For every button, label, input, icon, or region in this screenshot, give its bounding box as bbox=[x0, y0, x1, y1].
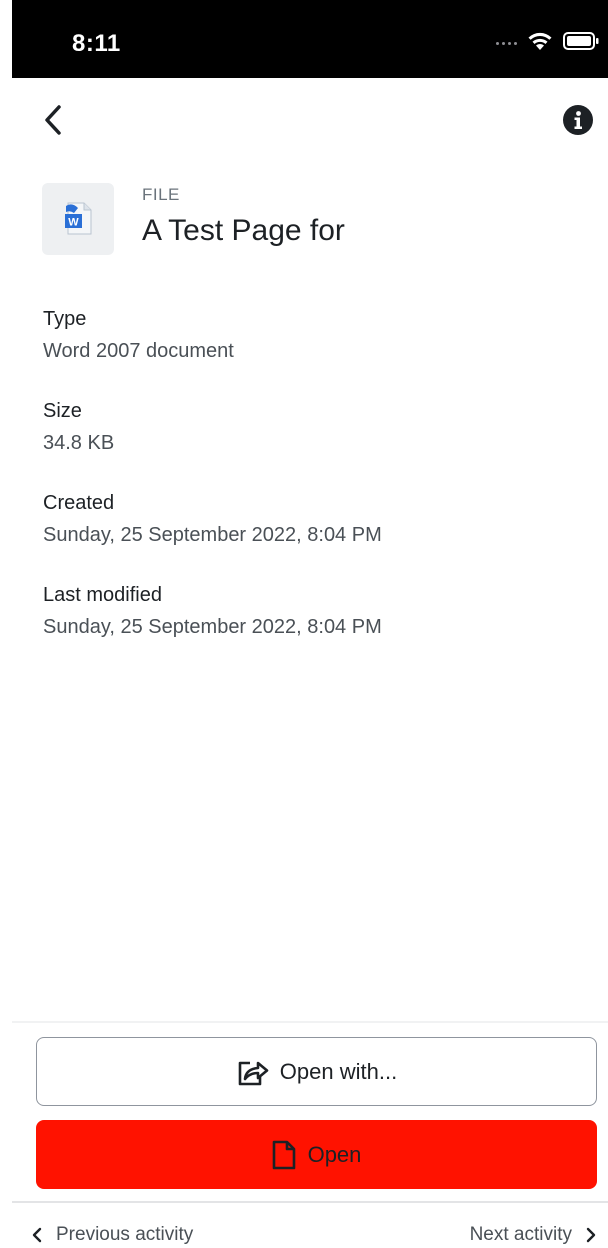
detail-value: Sunday, 25 September 2022, 8:04 PM bbox=[43, 524, 382, 546]
detail-created: Created Sunday, 25 September 2022, 8:04 … bbox=[43, 492, 382, 547]
actions-divider bbox=[12, 1021, 608, 1023]
word-document-icon: W bbox=[65, 202, 92, 235]
back-button[interactable] bbox=[38, 102, 68, 138]
footer-divider bbox=[12, 1201, 608, 1203]
previous-activity-label: Previous activity bbox=[56, 1224, 194, 1245]
open-with-label: Open with... bbox=[279, 1058, 398, 1084]
share-icon bbox=[238, 1061, 269, 1085]
detail-last-modified: Last modified Sunday, 25 September 2022,… bbox=[43, 584, 382, 639]
next-activity-label: Next activity bbox=[469, 1224, 572, 1245]
detail-label: Last modified bbox=[43, 584, 162, 606]
file-title: A Test Page for bbox=[142, 214, 345, 247]
chevron-left-icon bbox=[32, 1227, 42, 1243]
svg-text:W: W bbox=[68, 217, 79, 229]
next-activity-link[interactable]: Next activity bbox=[470, 1224, 596, 1246]
open-with-button[interactable]: Open with... bbox=[36, 1037, 597, 1106]
previous-activity-link[interactable]: Previous activity bbox=[32, 1224, 193, 1246]
status-bar: 8:11 bbox=[12, 0, 608, 78]
detail-label: Type bbox=[43, 308, 87, 330]
detail-value: Word 2007 document bbox=[43, 340, 234, 362]
detail-size: Size 34.8 KB bbox=[43, 400, 114, 455]
status-time: 8:11 bbox=[72, 30, 121, 57]
file-kind-label: FILE bbox=[142, 185, 180, 204]
file-thumbnail: W bbox=[42, 183, 114, 255]
detail-label: Created bbox=[43, 492, 115, 514]
detail-type: Type Word 2007 document bbox=[43, 308, 234, 363]
detail-value: 34.8 KB bbox=[43, 432, 115, 454]
signal-dots-icon bbox=[496, 42, 517, 45]
open-button[interactable]: Open bbox=[36, 1120, 597, 1189]
battery-icon bbox=[563, 32, 599, 50]
info-icon bbox=[563, 105, 593, 135]
file-detail-screen: 8:11 W FILE A Test Page for Type Word 20… bbox=[0, 0, 608, 1248]
chevron-right-icon bbox=[586, 1227, 596, 1243]
file-icon bbox=[272, 1140, 295, 1169]
chevron-left-icon bbox=[45, 105, 61, 135]
wifi-icon bbox=[528, 32, 552, 50]
detail-value: Sunday, 25 September 2022, 8:04 PM bbox=[43, 616, 382, 638]
detail-label: Size bbox=[43, 400, 82, 422]
open-label: Open bbox=[307, 1141, 362, 1167]
info-button[interactable] bbox=[562, 104, 594, 136]
